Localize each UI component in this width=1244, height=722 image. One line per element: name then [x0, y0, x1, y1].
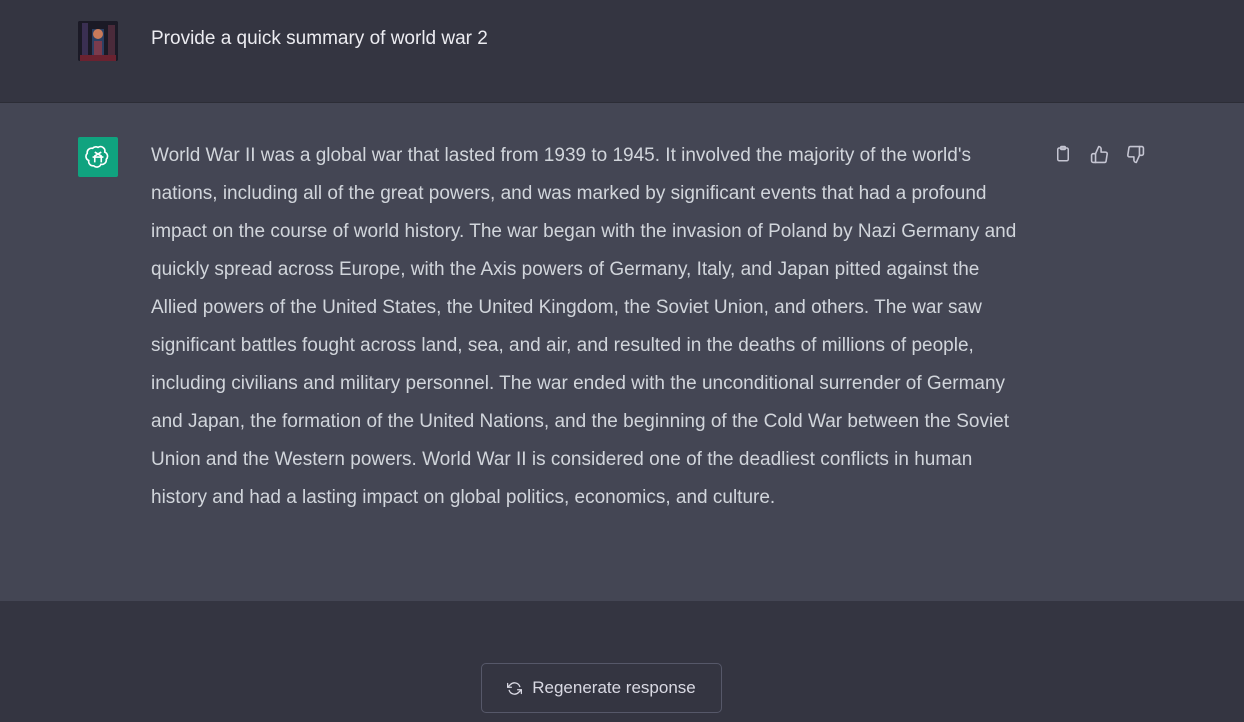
thumbs-down-icon[interactable]	[1122, 141, 1148, 167]
assistant-message-text: World War II was a global war that laste…	[151, 145, 1017, 508]
user-message-row: Provide a quick summary of world war 2	[0, 0, 1244, 103]
clipboard-icon[interactable]	[1050, 141, 1076, 167]
regenerate-response-button[interactable]: Regenerate response	[481, 663, 722, 713]
user-avatar	[78, 21, 118, 61]
user-message-text: Provide a quick summary of world war 2	[151, 28, 488, 49]
regenerate-label: Regenerate response	[532, 678, 696, 697]
openai-logo-icon	[78, 137, 118, 177]
assistant-message-row: World War II was a global war that laste…	[0, 103, 1244, 601]
composer-area: Regenerate response	[0, 601, 1244, 722]
refresh-icon	[507, 681, 523, 696]
thumbs-up-icon[interactable]	[1086, 141, 1112, 167]
message-actions	[1050, 141, 1148, 167]
